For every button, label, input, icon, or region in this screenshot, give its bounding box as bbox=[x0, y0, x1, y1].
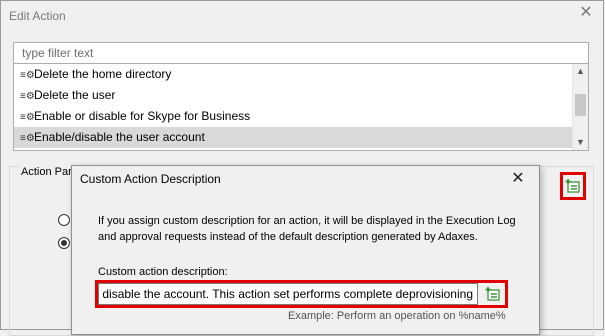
gear-icon: ≡⚙ bbox=[20, 112, 35, 123]
filter-box[interactable] bbox=[13, 42, 589, 64]
action-list-item[interactable]: ≡⚙Enable or disable for Skype for Busine… bbox=[14, 106, 573, 127]
action-label: Enable or disable for Skype for Business bbox=[34, 109, 251, 123]
add-description-icon[interactable] bbox=[565, 178, 581, 194]
action-list-item[interactable]: ≡⚙Delete the user bbox=[14, 85, 573, 106]
scroll-up-arrow-icon[interactable]: ▲ bbox=[573, 64, 588, 79]
list-scrollbar[interactable]: ▲ ▼ bbox=[572, 64, 588, 150]
window-title: Edit Action bbox=[9, 9, 66, 23]
dialog-description: If you assign custom description for an … bbox=[98, 215, 516, 243]
scroll-thumb[interactable] bbox=[575, 94, 586, 116]
action-label: Enable/disable the user account bbox=[34, 130, 205, 144]
scroll-down-arrow-icon[interactable]: ▼ bbox=[573, 135, 588, 150]
dialog-close-button[interactable]: ✕ bbox=[509, 170, 527, 188]
gear-icon: ≡⚙ bbox=[20, 91, 35, 102]
gear-icon: ≡⚙ bbox=[20, 133, 35, 144]
custom-description-field[interactable] bbox=[98, 283, 478, 305]
radio-option-1[interactable] bbox=[58, 214, 70, 226]
action-label: Delete the user bbox=[34, 88, 116, 102]
radio-option-2[interactable] bbox=[58, 237, 70, 249]
action-label: Delete the home directory bbox=[34, 67, 172, 81]
gear-icon: ≡⚙ bbox=[20, 70, 35, 81]
custom-description-label: Custom action description: bbox=[98, 266, 228, 278]
action-list-item[interactable]: ≡⚙Delete the home directory bbox=[14, 64, 573, 85]
actions-list: ≡⚙Delete the home directory ≡⚙Delete the… bbox=[13, 64, 589, 151]
filter-input[interactable] bbox=[14, 43, 588, 63]
action-list-item-selected[interactable]: ≡⚙Enable/disable the user account bbox=[14, 127, 573, 148]
window-close-button[interactable]: ✕ bbox=[577, 4, 595, 22]
example-hint: Example: Perform an operation on %name% bbox=[288, 310, 506, 322]
add-description-icon[interactable] bbox=[485, 286, 501, 302]
dialog-title: Custom Action Description bbox=[80, 172, 221, 186]
custom-description-input[interactable] bbox=[99, 284, 477, 304]
